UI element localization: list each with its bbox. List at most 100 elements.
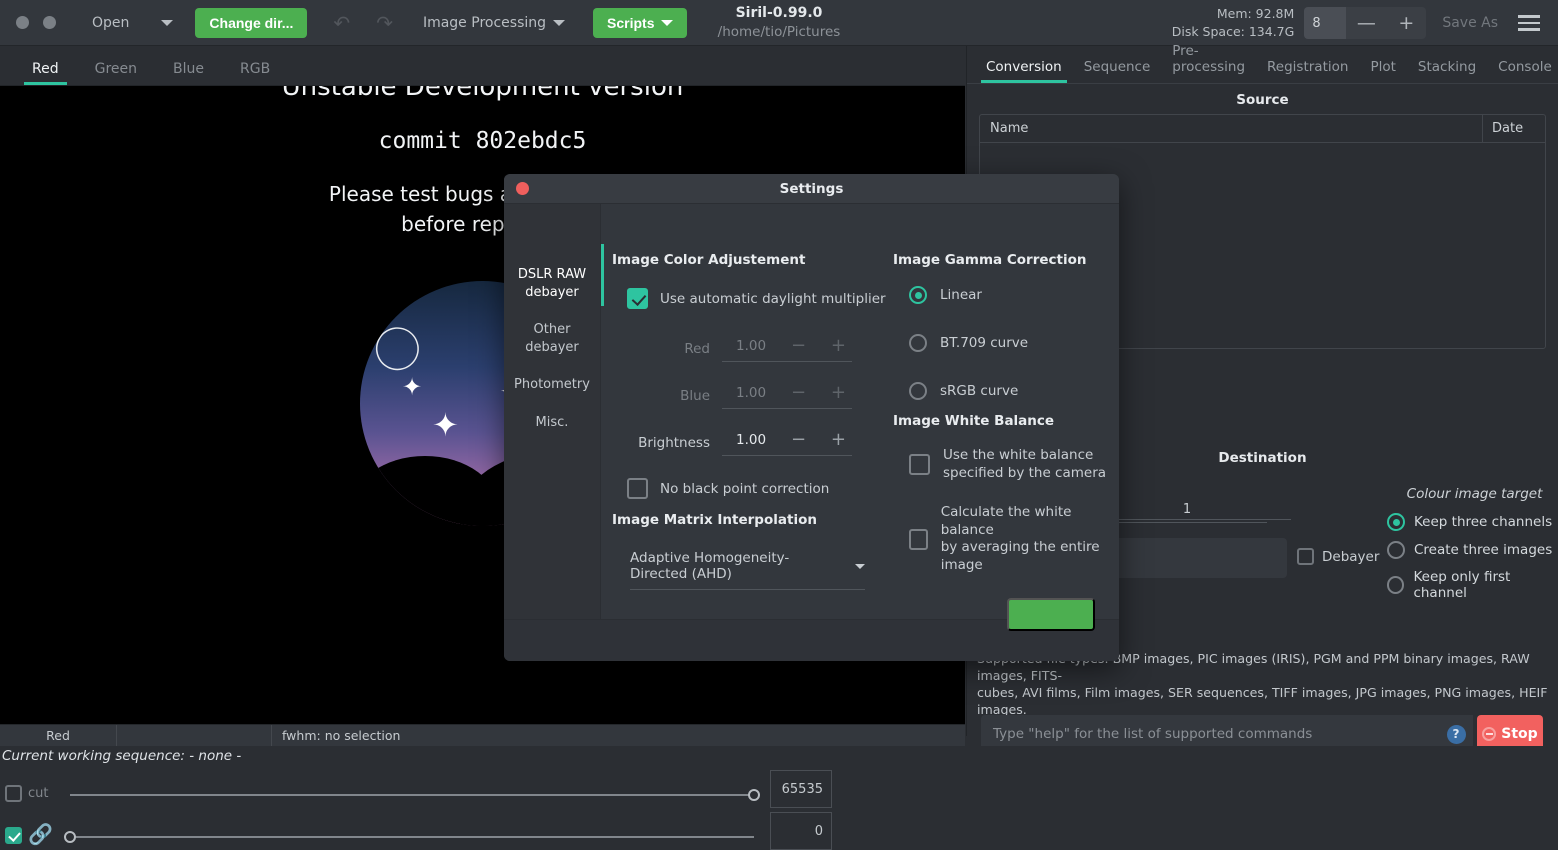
status-fwhm: fwhm: no selection bbox=[282, 728, 401, 743]
matrix-interpolation-value: Adaptive Homogeneity-Directed (AHD) bbox=[630, 550, 790, 582]
scripts-label: Scripts bbox=[607, 14, 655, 31]
tab-green[interactable]: Green bbox=[77, 61, 155, 85]
auto-daylight-checkbox[interactable] bbox=[627, 288, 648, 309]
radio-linear[interactable]: Linear bbox=[909, 286, 1113, 304]
hamburger-menu-icon[interactable] bbox=[1518, 15, 1540, 31]
no-black-point-checkbox[interactable] bbox=[627, 478, 648, 499]
formats-line-2: cubes, AVI films, Film images, SER seque… bbox=[977, 685, 1548, 717]
settings-ok-button[interactable] bbox=[1007, 598, 1095, 631]
hi-slider-knob[interactable] bbox=[748, 789, 760, 801]
wb-camera-checkbox[interactable] bbox=[909, 454, 930, 476]
no-black-point-row[interactable]: No black point correction bbox=[627, 478, 892, 499]
hi-value-input[interactable]: 65535 bbox=[770, 770, 832, 808]
debayer-label: Debayer bbox=[1322, 548, 1380, 565]
close-icon[interactable] bbox=[516, 182, 529, 195]
red-decrement-button[interactable]: − bbox=[791, 335, 806, 356]
radio-icon[interactable] bbox=[1387, 576, 1405, 594]
wb-average-label: Calculate the white balance by averaging… bbox=[941, 504, 1118, 574]
change-dir-button[interactable]: Change dir... bbox=[195, 7, 308, 38]
radio-icon[interactable] bbox=[1387, 513, 1405, 531]
sidebar-item-photometry[interactable]: Photometry bbox=[504, 366, 600, 404]
tab-conversion[interactable]: Conversion bbox=[975, 59, 1073, 83]
auto-daylight-checkbox-row[interactable]: Use automatic daylight multiplier bbox=[627, 288, 892, 309]
link-icon[interactable]: 🔗 bbox=[28, 822, 53, 846]
matrix-interpolation-title: Image Matrix Interpolation bbox=[612, 512, 817, 528]
undo-icon[interactable]: ↶ bbox=[333, 11, 350, 35]
gamma-correction-title: Image Gamma Correction bbox=[893, 252, 1087, 268]
sidebar-item-dslr-raw-debayer[interactable]: DSLR RAW debayer bbox=[504, 256, 600, 311]
tab-stacking[interactable]: Stacking bbox=[1407, 59, 1487, 83]
brightness-value[interactable]: 1.00 bbox=[722, 432, 766, 448]
radio-keep-only-first-channel[interactable]: Keep only first channel bbox=[1387, 564, 1558, 606]
settings-dialog-titlebar: Settings bbox=[504, 174, 1119, 204]
wb-average-checkbox-row[interactable]: Calculate the white balance by averaging… bbox=[909, 504, 1118, 574]
window-controls[interactable] bbox=[16, 16, 56, 29]
hi-slider-track[interactable] bbox=[70, 794, 754, 796]
settings-sidebar: DSLR RAW debayer Other debayer Photometr… bbox=[504, 204, 600, 619]
blue-value[interactable]: 1.00 bbox=[722, 385, 766, 401]
matrix-interpolation-dropdown[interactable]: Adaptive Homogeneity-Directed (AHD) bbox=[630, 550, 865, 590]
thread-count-stepper[interactable]: 8 — + bbox=[1304, 7, 1427, 39]
column-header-name[interactable]: Name bbox=[980, 114, 1483, 143]
tab-red[interactable]: Red bbox=[14, 61, 77, 85]
column-header-date[interactable]: Date bbox=[1483, 121, 1545, 136]
blue-increment-button[interactable]: + bbox=[831, 382, 846, 403]
redo-icon[interactable]: ↷ bbox=[376, 11, 393, 35]
sidebar-item-misc[interactable]: Misc. bbox=[504, 404, 600, 442]
thread-count-value[interactable]: 8 bbox=[1304, 7, 1347, 39]
tab-sequence[interactable]: Sequence bbox=[1073, 59, 1162, 83]
brightness-decrement-button[interactable]: − bbox=[791, 429, 806, 450]
red-value[interactable]: 1.00 bbox=[722, 338, 766, 354]
cut-checkbox[interactable] bbox=[5, 785, 22, 802]
tab-console[interactable]: Console bbox=[1487, 59, 1558, 83]
red-increment-button[interactable]: + bbox=[831, 335, 846, 356]
link-channels-checkbox[interactable] bbox=[5, 827, 22, 844]
no-black-point-label: No black point correction bbox=[660, 480, 830, 497]
colour-target-title: Colour image target bbox=[1406, 486, 1543, 502]
radio-icon[interactable] bbox=[1387, 541, 1405, 559]
tab-plot[interactable]: Plot bbox=[1359, 59, 1406, 83]
radio-srgb-curve[interactable]: sRGB curve bbox=[909, 382, 1113, 400]
debayer-checkbox-box[interactable] bbox=[1297, 548, 1314, 565]
brightness-row: Brightness 1.00 − + bbox=[612, 429, 892, 456]
scripts-button[interactable]: Scripts bbox=[593, 7, 688, 38]
thread-decrement-button[interactable]: — bbox=[1346, 12, 1386, 34]
blue-decrement-button[interactable]: − bbox=[791, 382, 806, 403]
radio-create-three-images[interactable]: Create three images bbox=[1387, 536, 1558, 564]
window-close-dot[interactable] bbox=[16, 16, 29, 29]
destination-start-index-input[interactable]: 1 bbox=[1107, 502, 1267, 523]
lo-slider-knob[interactable] bbox=[64, 831, 76, 843]
radio-icon[interactable] bbox=[909, 382, 927, 400]
radio-label: BT.709 curve bbox=[940, 335, 1029, 351]
sidebar-item-other-debayer[interactable]: Other debayer bbox=[504, 311, 600, 366]
tab-rgb[interactable]: RGB bbox=[222, 61, 288, 85]
chevron-down-icon bbox=[161, 19, 174, 26]
tab-registration[interactable]: Registration bbox=[1256, 59, 1359, 83]
open-menu-button[interactable]: Open bbox=[92, 15, 174, 31]
lo-slider-track[interactable] bbox=[70, 836, 754, 838]
radio-label: Create three images bbox=[1414, 542, 1553, 558]
settings-dialog[interactable]: Settings DSLR RAW debayer Other debayer … bbox=[504, 174, 1119, 661]
source-section-title: Source bbox=[1236, 92, 1289, 108]
wb-average-line2: by averaging the entire image bbox=[940, 539, 1100, 573]
brightness-increment-button[interactable]: + bbox=[831, 429, 846, 450]
image-processing-menu[interactable]: Image Processing bbox=[423, 15, 566, 31]
save-as-button[interactable]: Save As bbox=[1442, 15, 1498, 31]
status-channel: Red bbox=[0, 724, 117, 747]
star-icon: ✦ bbox=[402, 373, 423, 401]
debayer-checkbox[interactable]: Debayer bbox=[1297, 548, 1379, 565]
lo-value-input[interactable]: 0 bbox=[770, 812, 832, 850]
status-blank bbox=[117, 724, 272, 747]
radio-icon[interactable] bbox=[909, 334, 927, 352]
thread-increment-button[interactable]: + bbox=[1386, 12, 1426, 34]
tab-pre-processing[interactable]: Pre-processing bbox=[1161, 43, 1256, 83]
star-icon: ✦ bbox=[432, 406, 459, 444]
radio-icon[interactable] bbox=[909, 286, 927, 304]
tab-blue[interactable]: Blue bbox=[155, 61, 222, 85]
radio-keep-three-channels[interactable]: Keep three channels bbox=[1387, 508, 1558, 536]
window-minimize-dot[interactable] bbox=[43, 16, 56, 29]
radio-bt709-curve[interactable]: BT.709 curve bbox=[909, 334, 1113, 352]
wb-camera-checkbox-row[interactable]: Use the white balance specified by the c… bbox=[909, 447, 1118, 482]
resource-info: Mem: 92.8M Disk Space: 134.7G bbox=[1172, 5, 1295, 41]
wb-average-checkbox[interactable] bbox=[909, 528, 928, 550]
